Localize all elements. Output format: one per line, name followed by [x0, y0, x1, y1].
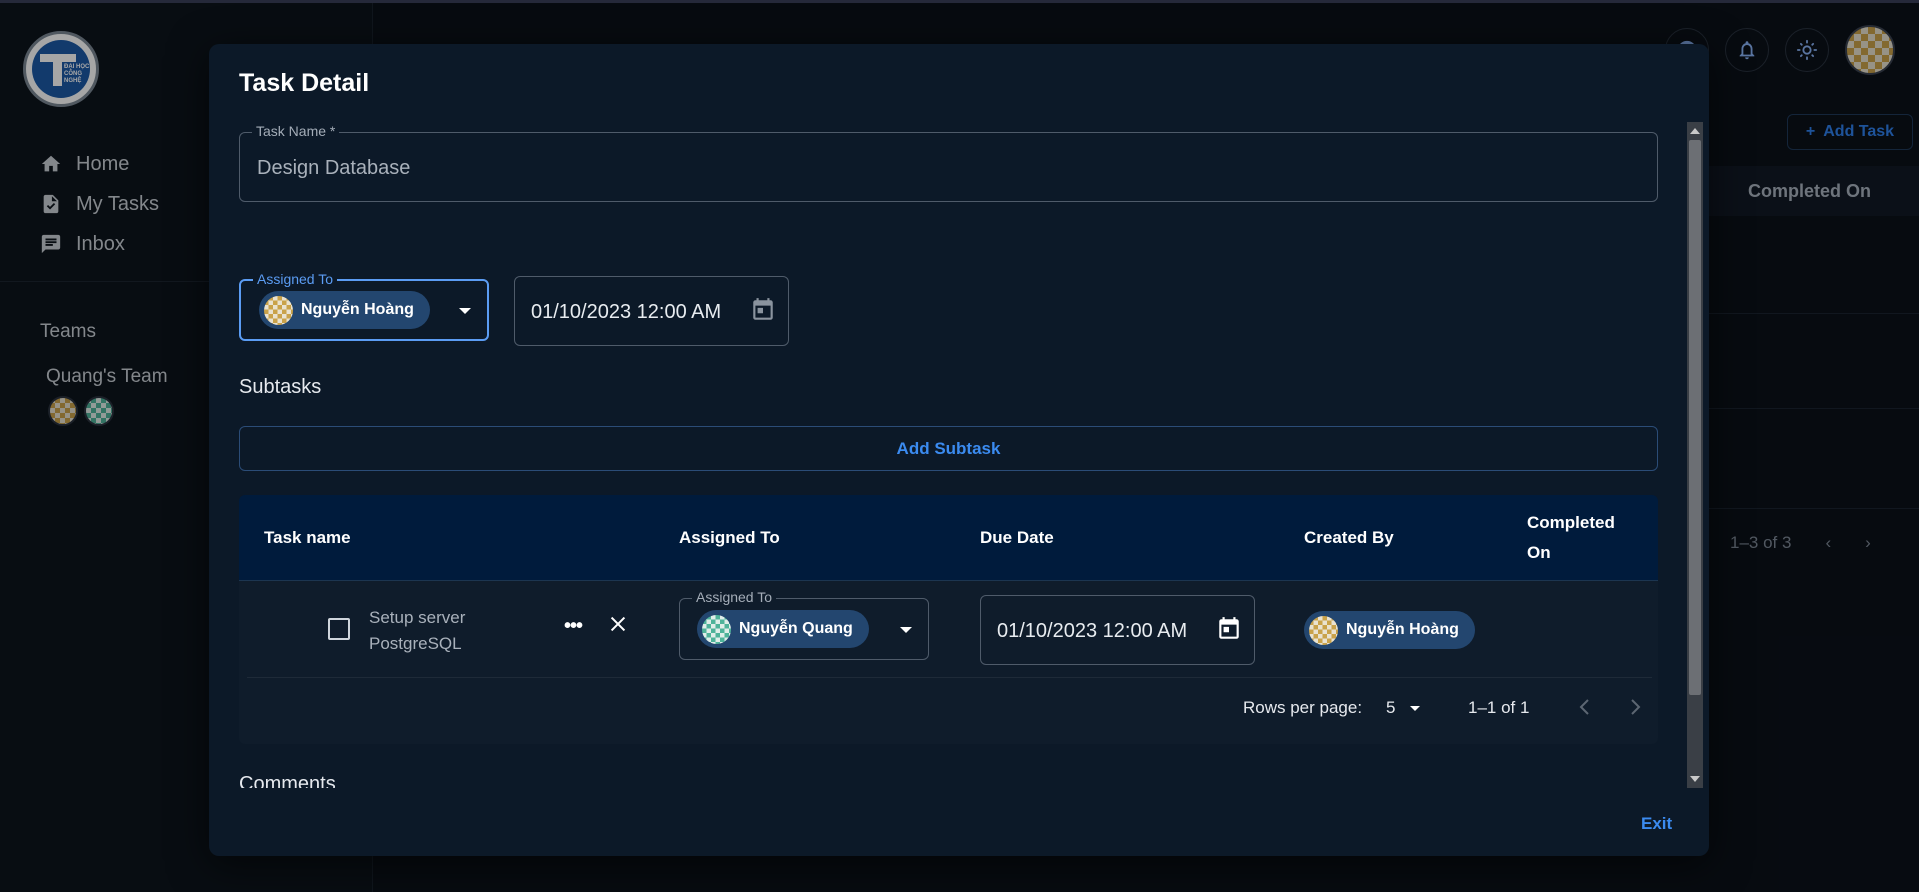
created-by-chip: Nguyễn Hoàng: [1304, 611, 1475, 649]
scroll-down-arrow[interactable]: [1690, 776, 1700, 782]
subtask-due-date-picker[interactable]: 01/10/2023 12:00 AM: [980, 595, 1255, 665]
assignee-chip[interactable]: Nguyễn Quang: [697, 610, 869, 648]
exit-button[interactable]: Exit: [1641, 814, 1672, 834]
scroll-up-arrow[interactable]: [1690, 128, 1700, 134]
close-icon[interactable]: [607, 613, 629, 635]
next-page-button[interactable]: [1625, 695, 1645, 719]
subtask-name[interactable]: Setup server PostgreSQL: [369, 605, 499, 657]
avatar: [702, 614, 731, 644]
chevron-down-icon[interactable]: [459, 308, 471, 314]
chevron-down-icon[interactable]: [1410, 706, 1420, 711]
column-header-assigned-to[interactable]: Assigned To: [679, 523, 780, 553]
dialog-title: Task Detail: [239, 69, 370, 97]
calendar-icon[interactable]: [750, 297, 776, 323]
assigned-to-label: Assigned To: [692, 589, 777, 605]
table-pagination: Rows per page: 5 1–1 of 1: [239, 693, 1658, 723]
previous-page-button[interactable]: [1575, 695, 1595, 719]
complete-checkbox[interactable]: [328, 618, 350, 640]
assigned-to-select[interactable]: Assigned To Nguyễn Hoàng: [239, 271, 489, 341]
pagination-range: 1–1 of 1: [1468, 698, 1530, 717]
dialog-content: Task Name * Design Database Assigned To …: [239, 122, 1679, 788]
rows-per-page-label: Rows per page:: [1243, 698, 1363, 717]
chevron-down-icon[interactable]: [900, 627, 912, 633]
due-date-value: 01/10/2023 12:00 AM: [997, 620, 1188, 642]
avatar: [264, 295, 293, 325]
subtask-assigned-to-select[interactable]: Assigned To Nguyễn Quang: [679, 589, 929, 660]
due-date-value: 01/10/2023 12:00 AM: [531, 301, 722, 323]
due-date-picker[interactable]: 01/10/2023 12:00 AM: [514, 276, 789, 346]
task-name-label: Task Name *: [252, 123, 340, 139]
column-header-completed-on[interactable]: Completed On: [1527, 508, 1615, 568]
add-subtask-button[interactable]: Add Subtask: [239, 426, 1658, 471]
avatar: [1309, 615, 1338, 645]
chevron-right-icon: [1631, 699, 1641, 715]
more-options-icon[interactable]: •••: [564, 615, 583, 638]
task-name-value: Design Database: [257, 157, 411, 179]
task-detail-dialog: Task Detail Task Name * Design Database …: [209, 44, 1709, 856]
chevron-left-icon: [1579, 699, 1589, 715]
subtasks-heading: Subtasks: [239, 376, 322, 398]
task-name-input[interactable]: Task Name * Design Database: [239, 123, 1658, 202]
dialog-scrollbar[interactable]: [1687, 122, 1703, 788]
table-header: Task name Assigned To Due Date Created B…: [239, 495, 1658, 581]
assigned-to-label: Assigned To: [253, 271, 338, 287]
assignee-chip[interactable]: Nguyễn Hoàng: [259, 291, 430, 329]
column-header-due-date[interactable]: Due Date: [980, 523, 1054, 553]
comments-heading: Comments: [239, 773, 336, 788]
scrollbar-thumb[interactable]: [1689, 140, 1701, 695]
column-header-task-name[interactable]: Task name: [264, 523, 351, 553]
calendar-icon[interactable]: [1216, 616, 1242, 642]
subtasks-table: Task name Assigned To Due Date Created B…: [239, 495, 1658, 744]
column-header-created-by[interactable]: Created By: [1304, 523, 1394, 553]
rows-per-page-select[interactable]: 5: [1386, 698, 1395, 718]
